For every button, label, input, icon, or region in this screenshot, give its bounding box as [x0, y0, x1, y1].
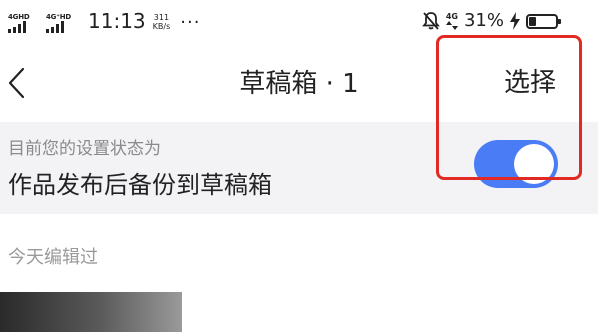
clock: 11:13	[88, 9, 146, 33]
battery-percent: 31%	[463, 10, 504, 31]
draft-thumbnail[interactable]	[0, 292, 182, 332]
mobile-data-indicator: 4G	[446, 12, 458, 30]
signal-icon	[46, 21, 64, 33]
net-speed-value: 311	[153, 13, 170, 22]
setting-label: 作品发布后备份到草稿箱	[8, 171, 272, 199]
sim1-label: 4GHD	[8, 13, 30, 21]
setting-caption: 目前您的设置状态为	[8, 139, 161, 159]
battery-level	[529, 16, 536, 26]
mute-icon	[421, 12, 440, 30]
status-bar-right: 4G 31%	[421, 10, 561, 31]
back-button[interactable]	[6, 66, 30, 100]
net-type-label: 4G	[445, 12, 458, 21]
battery-icon	[526, 13, 561, 29]
signal-icon	[8, 21, 26, 33]
signal-arrows-icon	[445, 21, 458, 30]
toggle-knob	[514, 144, 554, 184]
sim2-label: 4G⁺HD	[46, 13, 71, 21]
section-header: 今天编辑过	[8, 247, 98, 268]
more-notifications-icon: ···	[180, 12, 201, 33]
status-bar-left: 4GHD 4G⁺HD 11:13 311 KB/s ···	[8, 9, 200, 33]
charging-icon	[510, 12, 520, 30]
net-speed: 311 KB/s	[153, 13, 171, 31]
select-button[interactable]: 选择	[504, 66, 556, 100]
chevron-left-icon	[8, 67, 25, 99]
status-bar: 4GHD 4G⁺HD 11:13 311 KB/s ··· 4G 31%	[0, 0, 598, 44]
net-speed-unit: KB/s	[152, 22, 171, 31]
sim2-signal: 4G⁺HD	[46, 13, 80, 33]
backup-toggle[interactable]	[474, 140, 558, 188]
nav-bar: 草稿箱 · 1 选择	[0, 44, 598, 122]
sim1-signal: 4GHD	[8, 13, 42, 33]
